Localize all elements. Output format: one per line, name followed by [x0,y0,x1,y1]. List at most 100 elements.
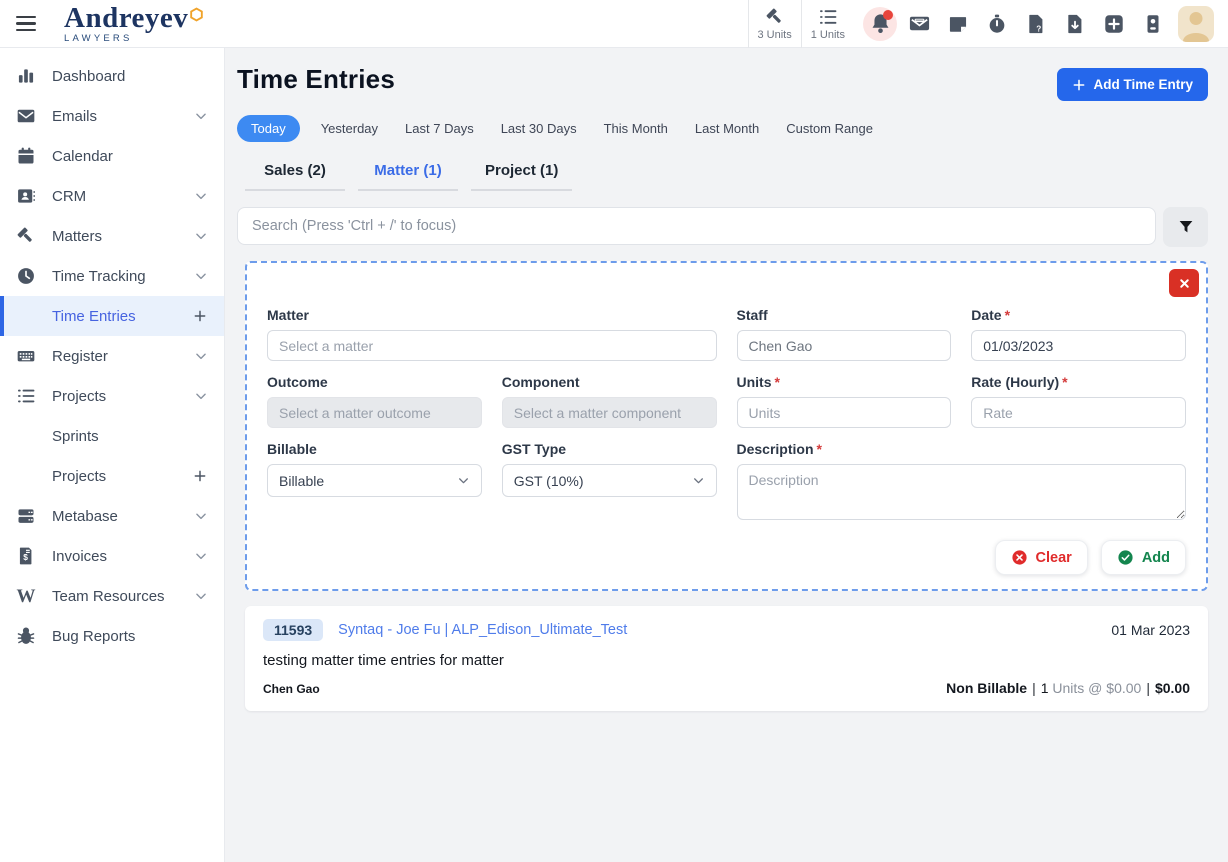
sidebar-item-label: CRM [52,188,194,205]
entry-description: testing matter time entries for matter [263,652,1190,669]
close-form-button[interactable] [1169,269,1199,297]
sidebar-item-bug-reports[interactable]: Bug Reports [0,616,224,656]
plus-icon[interactable] [192,468,208,484]
sidebar-item-team-resources[interactable]: W Team Resources [0,576,224,616]
sidebar-item-projects-sub[interactable]: Projects [0,456,224,496]
logo[interactable]: Andreyev LAWYERS [64,0,188,47]
sidebar-item-label: Invoices [52,548,194,565]
filter-last-7-days[interactable]: Last 7 Days [405,115,474,142]
contact-card-icon [0,186,52,206]
clear-button[interactable]: Clear [995,540,1088,575]
matter-field-group: Matter [267,307,717,361]
sidebar-item-projects[interactable]: Projects [0,376,224,416]
wiki-icon: W [0,587,52,606]
sidebar-item-label: Projects [52,388,194,405]
file-download-icon[interactable] [1063,12,1087,36]
rate-input[interactable] [971,397,1186,428]
chevron-down-icon [194,349,208,363]
billable-label: Billable [267,441,317,457]
sidebar-item-label: Team Resources [52,588,194,605]
units-input[interactable] [737,397,952,428]
search-input[interactable] [237,207,1156,245]
gst-label: GST Type [502,441,566,457]
quick-add-form: Matter Staff Date* Outcome Component [245,261,1208,591]
add-time-entry-button[interactable]: Add Time Entry [1057,68,1208,101]
staff-label: Staff [737,307,768,323]
sidebar-item-crm[interactable]: CRM [0,176,224,216]
logo-subtitle: LAWYERS [64,34,188,44]
sidebar-item-label: Sprints [52,428,208,445]
logo-title: Andreyev [64,4,188,33]
filter-this-month[interactable]: This Month [604,115,668,142]
file-question-icon[interactable]: ? [1024,12,1048,36]
units-label: Units [737,374,772,390]
sidebar-item-time-entries[interactable]: Time Entries [0,296,224,336]
plus-icon [1072,78,1086,92]
sidebar-item-label: Metabase [52,508,194,525]
billable-field-group: Billable Billable [267,441,482,525]
chevron-down-icon [194,589,208,603]
sidebar-item-register[interactable]: Register [0,336,224,376]
date-range-filters: Today Yesterday Last 7 Days Last 30 Days… [237,115,1208,142]
note-icon[interactable] [946,12,970,36]
filter-last-30-days[interactable]: Last 30 Days [501,115,577,142]
component-label: Component [502,374,580,390]
bug-icon [0,626,52,646]
queue-list-icon [818,7,838,27]
entry-billing-meta: Non Billable|1 Units @ $0.00|$0.00 [946,680,1190,696]
date-field-group: Date* [971,307,1186,361]
plus-square-icon[interactable] [1102,12,1126,36]
gst-field-group: GST Type GST (10%) [502,441,717,525]
outcome-input [267,397,482,428]
filter-today[interactable]: Today [237,115,300,142]
billable-select[interactable]: Billable [267,464,482,497]
sidebar-item-dashboard[interactable]: Dashboard [0,56,224,96]
user-avatar[interactable] [1178,6,1214,42]
bell-icon[interactable] [868,12,892,36]
required-mark: * [1062,374,1067,390]
sidebar-item-metabase[interactable]: Metabase [0,496,224,536]
staff-input[interactable] [737,330,952,361]
sidebar-item-matters[interactable]: Matters [0,216,224,256]
sidebar-item-invoices[interactable]: $ Invoices [0,536,224,576]
stopwatch-icon[interactable] [985,12,1009,36]
plus-icon[interactable] [192,308,208,324]
date-input[interactable] [971,330,1186,361]
add-button[interactable]: Add [1101,540,1186,575]
tab-project[interactable]: Project (1) [471,156,572,191]
filter-custom-range[interactable]: Custom Range [786,115,873,142]
outcome-label: Outcome [267,374,328,390]
tab-matter[interactable]: Matter (1) [358,156,458,191]
filter-yesterday[interactable]: Yesterday [321,115,378,142]
sidebar-item-time-tracking[interactable]: Time Tracking [0,256,224,296]
gst-select[interactable]: GST (10%) [502,464,717,497]
sidebar-item-sprints[interactable]: Sprints [0,416,224,456]
description-textarea[interactable] [737,464,1187,520]
sidebar-item-label: Time Entries [52,308,192,325]
chevron-down-icon [194,269,208,283]
mail-icon[interactable] [907,12,931,36]
sidebar-item-label: Time Tracking [52,268,194,285]
sidebar-item-emails[interactable]: Emails [0,96,224,136]
entry-matter-link[interactable]: Syntaq - Joe Fu | ALP_Edison_Ultimate_Te… [338,622,627,638]
sidebar-item-label: Projects [52,468,192,485]
matter-input[interactable] [267,330,717,361]
id-card-icon[interactable] [1141,12,1165,36]
chevron-down-icon [194,229,208,243]
matter-units-counter[interactable]: 3 Units [748,0,801,48]
envelope-icon [0,106,52,126]
sidebar-item-label: Bug Reports [52,628,208,645]
entry-staff: Chen Gao [263,682,320,696]
tab-sales[interactable]: Sales (2) [245,156,345,191]
rate-label: Rate (Hourly) [971,374,1059,390]
required-mark: * [1005,307,1010,323]
time-entry-row[interactable]: 11593 Syntaq - Joe Fu | ALP_Edison_Ultim… [245,606,1208,711]
hamburger-icon[interactable] [0,0,52,47]
project-units-counter[interactable]: 1 Units [801,0,854,48]
filter-button[interactable] [1163,207,1208,247]
invoice-icon: $ [0,546,52,566]
filter-last-month[interactable]: Last Month [695,115,759,142]
clear-circle-x-icon [1011,549,1028,566]
entry-billable-status: Non Billable [946,680,1027,696]
sidebar-item-calendar[interactable]: Calendar [0,136,224,176]
